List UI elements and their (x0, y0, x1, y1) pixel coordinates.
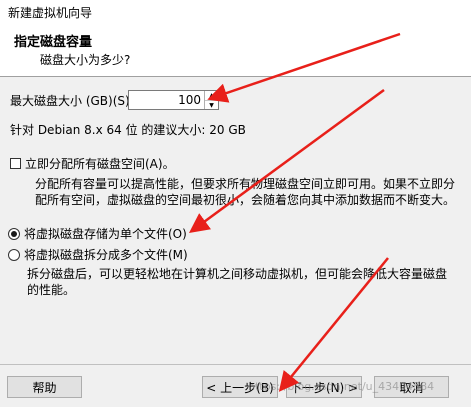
disk-size-label: 最大磁盘大小 (GB)(S): (10, 94, 134, 108)
window-title: 新建虚拟机向导 (8, 6, 93, 20)
allocate-description: 分配所有容量可以提高性能，但要求所有物理磁盘空间立即可用。如果不立即分配所有空间… (35, 177, 456, 207)
increment-button[interactable]: ▲ (205, 91, 218, 100)
allocate-all-label[interactable]: 立即分配所有磁盘空间(A)。 (25, 155, 175, 172)
allocate-all-option[interactable]: 立即分配所有磁盘空间(A)。 (10, 155, 175, 172)
split-description: 拆分磁盘后，可以更轻松地在计算机之间移动虚拟机，但可能会降低大容量磁盘的性能。 (27, 267, 448, 297)
split-files-label[interactable]: 将虚拟磁盘拆分成多个文件(M) (24, 246, 188, 263)
back-button[interactable]: < 上一步(B) (202, 376, 278, 398)
title-bar: 新建虚拟机向导 (0, 0, 471, 23)
chevron-down-icon: ▼ (209, 101, 214, 109)
split-files-option[interactable]: 将虚拟磁盘拆分成多个文件(M) (8, 246, 188, 263)
single-file-option[interactable]: 将虚拟磁盘存储为单个文件(O) (8, 225, 187, 242)
allocate-all-checkbox[interactable] (10, 158, 21, 169)
recommended-size-text: 针对 Debian 8.x 64 位 的建议大小: 20 GB (10, 123, 246, 137)
chevron-up-icon: ▲ (209, 92, 214, 99)
split-files-radio[interactable] (8, 248, 20, 261)
next-button[interactable]: 下一步(N) > (286, 376, 362, 398)
annotation-arrow-2 (188, 88, 385, 233)
stepper-buttons: ▲ ▼ (204, 91, 218, 109)
page-title: 指定磁盘容量 (14, 35, 93, 50)
single-file-label[interactable]: 将虚拟磁盘存储为单个文件(O) (24, 225, 187, 242)
wizard-header: 指定磁盘容量 磁盘大小为多少? (0, 22, 471, 77)
cancel-button[interactable]: 取消 (374, 376, 449, 398)
disk-size-input[interactable] (129, 91, 205, 109)
page-subtitle: 磁盘大小为多少? (40, 53, 131, 67)
footer-divider (0, 364, 471, 365)
decrement-button[interactable]: ▼ (205, 100, 218, 109)
single-file-radio[interactable] (8, 227, 20, 240)
help-button[interactable]: 帮助 (7, 376, 82, 398)
disk-size-stepper[interactable]: ▲ ▼ (128, 90, 219, 110)
